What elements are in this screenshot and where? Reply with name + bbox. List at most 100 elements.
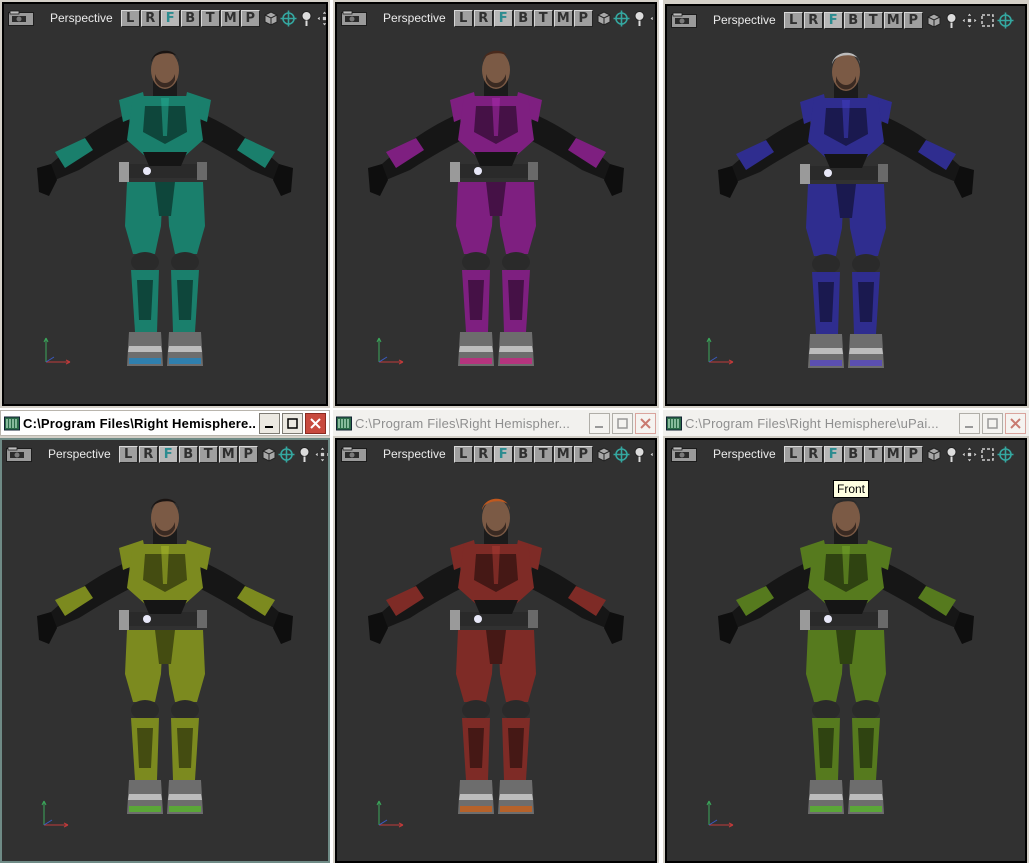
view-front-button[interactable]: F: [823, 11, 843, 29]
view-back-button[interactable]: B: [513, 445, 533, 463]
cube-view-icon[interactable]: [262, 10, 279, 27]
minimize-button[interactable]: [959, 412, 980, 434]
zoom-icon[interactable]: [943, 12, 960, 29]
character-model[interactable]: [696, 42, 996, 400]
character-model[interactable]: [346, 488, 646, 846]
view-front-button[interactable]: F: [493, 9, 513, 27]
camera-icon[interactable]: [341, 446, 367, 462]
zoom-icon[interactable]: [943, 446, 960, 463]
pan-icon[interactable]: [649, 446, 657, 463]
view-left-button[interactable]: L: [453, 9, 473, 27]
view-top-button[interactable]: T: [863, 445, 883, 463]
view-m-button[interactable]: M: [883, 11, 903, 29]
window-titlebar[interactable]: C:\Program Files\Right Hemisphere...: [0, 410, 330, 436]
camera-label[interactable]: Perspective: [383, 447, 446, 461]
view-top-button[interactable]: T: [533, 9, 553, 27]
view-front-button[interactable]: F: [823, 445, 843, 463]
view-right-button[interactable]: R: [140, 9, 160, 27]
pan-icon[interactable]: [316, 10, 328, 27]
view-back-button[interactable]: B: [843, 445, 863, 463]
camera-icon[interactable]: [6, 446, 32, 462]
viewport-2[interactable]: Perspective L R F B T M P: [335, 2, 657, 406]
camera-icon[interactable]: [671, 446, 697, 462]
maximize-button[interactable]: [982, 412, 1003, 434]
view-top-button[interactable]: T: [533, 445, 553, 463]
view-right-button[interactable]: R: [473, 445, 493, 463]
view-top-button[interactable]: T: [198, 445, 218, 463]
view-m-button[interactable]: M: [220, 9, 240, 27]
view-right-button[interactable]: R: [473, 9, 493, 27]
view-top-button[interactable]: T: [863, 11, 883, 29]
camera-icon[interactable]: [8, 10, 34, 26]
zoom-icon[interactable]: [631, 10, 648, 27]
viewport-3[interactable]: Perspective L R F B T M P: [665, 4, 1027, 406]
view-front-button[interactable]: F: [493, 445, 513, 463]
view-perspective-button[interactable]: P: [238, 445, 258, 463]
view-front-button[interactable]: F: [158, 445, 178, 463]
viewport-6[interactable]: Perspective L R F B T M P Front: [665, 438, 1027, 863]
view-m-button[interactable]: M: [218, 445, 238, 463]
camera-label[interactable]: Perspective: [713, 447, 776, 461]
camera-label[interactable]: Perspective: [383, 11, 446, 25]
orbit-icon[interactable]: [278, 446, 295, 463]
view-right-button[interactable]: R: [803, 445, 823, 463]
pan-icon[interactable]: [649, 10, 657, 27]
view-back-button[interactable]: B: [513, 9, 533, 27]
view-perspective-button[interactable]: P: [903, 11, 923, 29]
close-button[interactable]: [1005, 412, 1026, 434]
cube-view-icon[interactable]: [595, 10, 612, 27]
view-m-button[interactable]: M: [883, 445, 903, 463]
close-button[interactable]: [305, 412, 326, 434]
view-left-button[interactable]: L: [783, 11, 803, 29]
zoom-icon[interactable]: [296, 446, 313, 463]
orbit-icon[interactable]: [613, 446, 630, 463]
zoom-icon[interactable]: [298, 10, 315, 27]
orbit-icon[interactable]: [280, 10, 297, 27]
view-left-button[interactable]: L: [118, 445, 138, 463]
fit-icon[interactable]: [979, 12, 996, 29]
character-model[interactable]: [15, 488, 315, 846]
fit-icon[interactable]: [979, 446, 996, 463]
view-top-button[interactable]: T: [200, 9, 220, 27]
orbit-icon[interactable]: [997, 446, 1014, 463]
orbit-icon[interactable]: [997, 12, 1014, 29]
cube-view-icon[interactable]: [925, 446, 942, 463]
viewport-4[interactable]: Perspective L R F B T M P: [0, 438, 330, 863]
maximize-button[interactable]: [282, 412, 303, 434]
orbit-icon[interactable]: [613, 10, 630, 27]
view-back-button[interactable]: B: [180, 9, 200, 27]
camera-label[interactable]: Perspective: [713, 13, 776, 27]
camera-icon[interactable]: [671, 12, 697, 28]
close-button[interactable]: [635, 412, 656, 434]
pan-icon[interactable]: [961, 446, 978, 463]
viewport-1[interactable]: Perspective L R F B T M P: [2, 2, 328, 406]
view-m-button[interactable]: M: [553, 9, 573, 27]
view-left-button[interactable]: L: [120, 9, 140, 27]
viewport-5[interactable]: Perspective L R F B T M P: [335, 438, 657, 863]
minimize-button[interactable]: [259, 412, 280, 434]
window-titlebar[interactable]: C:\Program Files\Right Hemisphere\uPai..…: [663, 410, 1029, 436]
view-left-button[interactable]: L: [453, 445, 473, 463]
character-model[interactable]: [696, 488, 996, 846]
view-back-button[interactable]: B: [843, 11, 863, 29]
maximize-button[interactable]: [612, 412, 633, 434]
view-perspective-button[interactable]: P: [903, 445, 923, 463]
camera-label[interactable]: Perspective: [50, 11, 113, 25]
zoom-icon[interactable]: [631, 446, 648, 463]
view-right-button[interactable]: R: [138, 445, 158, 463]
view-back-button[interactable]: B: [178, 445, 198, 463]
view-right-button[interactable]: R: [803, 11, 823, 29]
camera-icon[interactable]: [341, 10, 367, 26]
pan-icon[interactable]: [961, 12, 978, 29]
cube-view-icon[interactable]: [595, 446, 612, 463]
view-front-button[interactable]: F: [160, 9, 180, 27]
minimize-button[interactable]: [589, 412, 610, 434]
view-perspective-button[interactable]: P: [573, 445, 593, 463]
view-left-button[interactable]: L: [783, 445, 803, 463]
window-titlebar[interactable]: C:\Program Files\Right Hemispher...: [333, 410, 659, 436]
cube-view-icon[interactable]: [260, 446, 277, 463]
view-perspective-button[interactable]: P: [240, 9, 260, 27]
pan-icon[interactable]: [314, 446, 330, 463]
view-perspective-button[interactable]: P: [573, 9, 593, 27]
camera-label[interactable]: Perspective: [48, 447, 111, 461]
